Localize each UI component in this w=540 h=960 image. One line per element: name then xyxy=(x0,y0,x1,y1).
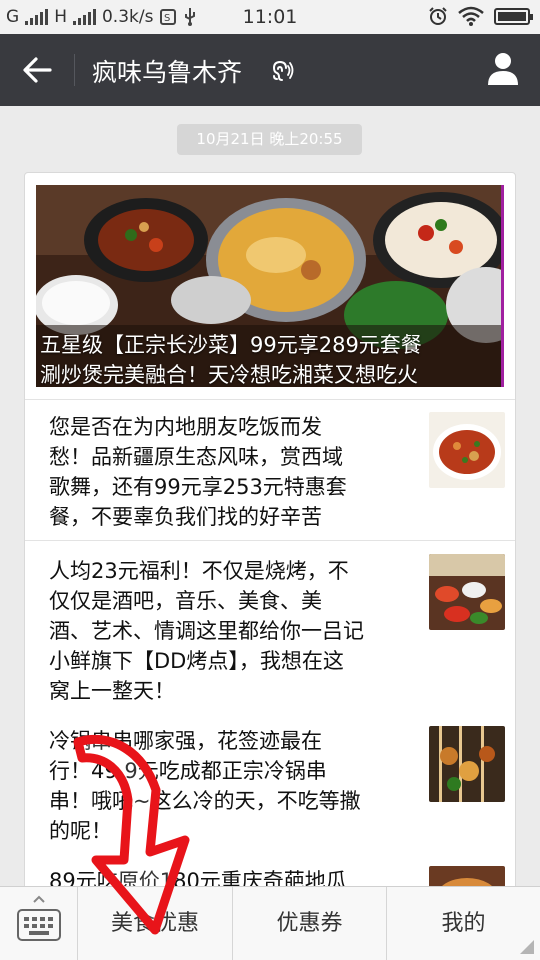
article-title: 冷锅串串哪家强，花签迹最在 行！49.9元吃成都正宗冷锅串 串！哦吼~这么冷的天… xyxy=(49,726,409,846)
list-item[interactable]: 您是否在为内地朋友吃饭而发 愁！品新疆原生态风味，赏西域 歌舞，还有99元享25… xyxy=(25,400,515,540)
alarm-icon xyxy=(429,7,447,25)
article-thumbnail xyxy=(429,554,505,630)
list-item[interactable]: 冷锅串串哪家强，花签迹最在 行！49.9元吃成都正宗冷锅串 串！哦吼~这么冷的天… xyxy=(25,706,515,846)
article-line: 人均23元福利！不仅是烧烤，不 xyxy=(49,559,349,583)
article-thumbnail xyxy=(429,412,505,488)
article-line: 冷锅串串哪家强，花签迹最在 xyxy=(49,729,322,753)
tab-mine[interactable]: 我的 xyxy=(387,887,540,960)
article-line: 酒、艺术、情调这里都给你一吕记 xyxy=(49,619,364,643)
header-divider xyxy=(74,54,75,86)
article-line: 小鲜旗下【DD烤点】，我想在这 xyxy=(49,649,344,673)
article-line: 愁！品新疆原生态风味，赏西域 xyxy=(49,445,343,469)
chevron-up-icon xyxy=(33,895,45,903)
article-line: 行！49.9元吃成都正宗冷锅串 xyxy=(49,759,327,783)
article-line: 歌舞，还有99元享253元特惠套 xyxy=(49,475,347,499)
keyboard-toggle[interactable] xyxy=(0,887,78,960)
status-right xyxy=(428,6,533,26)
tab-coupons[interactable]: 优惠券 xyxy=(233,887,386,960)
wifi-icon xyxy=(458,6,484,26)
article-line: 的呢！ xyxy=(49,819,112,843)
status-bar: G H 0.3k/s S 11:01 xyxy=(0,0,540,34)
article-line: 您是否在为内地朋友吃饭而发 xyxy=(49,415,322,439)
back-arrow-icon[interactable] xyxy=(20,52,56,88)
title-bar: 疯味乌鲁木齐 xyxy=(0,34,540,106)
person-icon[interactable] xyxy=(486,50,520,86)
article-title: 人均23元福利！不仅是烧烤，不 仅仅是酒吧，音乐、美食、美 酒、艺术、情调这里都… xyxy=(49,556,409,706)
tab-food-deals[interactable]: 美食优惠 xyxy=(78,887,232,960)
resize-corner-icon xyxy=(520,940,534,954)
article-card: 五星级【正宗长沙菜】99元享289元套餐 涮炒煲完美融合！天冷想吃湘菜又想吃火 … xyxy=(24,172,516,892)
message-date: 10月21日 晚上20:55 xyxy=(177,124,362,155)
hero-caption-line1: 五星级【正宗长沙菜】99元享289元套餐 xyxy=(40,333,422,357)
hero-caption-line2: 涮炒煲完美融合！天冷想吃湘菜又想吃火 xyxy=(40,363,418,387)
ear-icon[interactable] xyxy=(270,59,294,83)
article-line: 串！哦吼~这么冷的天，不吃等撒 xyxy=(49,789,361,813)
article-line: 餐，不要辜负我们找的好辛苦 xyxy=(49,505,322,529)
article-thumbnail xyxy=(429,726,505,802)
keyboard-icon xyxy=(17,909,61,941)
article-line: 仅仅是酒吧，音乐、美食、美 xyxy=(49,589,322,613)
hero-article[interactable]: 五星级【正宗长沙菜】99元享289元套餐 涮炒煲完美融合！天冷想吃湘菜又想吃火 xyxy=(36,185,504,387)
article-title: 您是否在为内地朋友吃饭而发 愁！品新疆原生态风味，赏西域 歌舞，还有99元享25… xyxy=(49,412,409,532)
page-title: 疯味乌鲁木齐 xyxy=(92,58,243,87)
battery-icon xyxy=(494,7,533,25)
article-line: 窝上一整天！ xyxy=(49,679,175,703)
list-item[interactable]: 人均23元福利！不仅是烧烤，不 仅仅是酒吧，音乐、美食、美 酒、艺术、情调这里都… xyxy=(25,541,515,706)
bottom-menu: 美食优惠 优惠券 我的 xyxy=(0,886,540,960)
